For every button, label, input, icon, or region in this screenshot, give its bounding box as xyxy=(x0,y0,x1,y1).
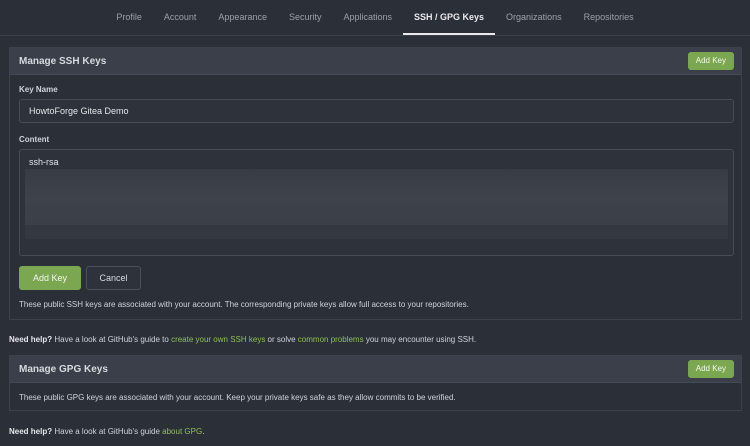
tab-ssh-gpg-keys[interactable]: SSH / GPG Keys xyxy=(403,0,496,35)
gpg-keys-header: Manage GPG Keys Add Key xyxy=(10,356,741,383)
tab-account[interactable]: Account xyxy=(153,0,208,35)
gpg-keys-panel: Manage GPG Keys Add Key These public GPG… xyxy=(9,355,742,411)
key-content-textarea[interactable]: ssh-rsa xyxy=(19,149,734,256)
tab-repositories[interactable]: Repositories xyxy=(573,0,645,35)
ssh-keys-title: Manage SSH Keys xyxy=(19,55,107,67)
content-label: Content xyxy=(19,135,50,144)
key-name-label: Key Name xyxy=(19,85,58,94)
about-gpg-link[interactable]: about GPG xyxy=(162,427,202,436)
ssh-keys-header: Manage SSH Keys Add Key xyxy=(10,48,741,75)
ssh-help-mid: or solve xyxy=(265,335,298,344)
gpg-help-text: Need help? Have a look at GitHub's guide… xyxy=(9,427,204,436)
ssh-help-text: Need help? Have a look at GitHub's guide… xyxy=(9,335,476,344)
tab-organizations[interactable]: Organizations xyxy=(495,0,573,35)
cancel-button[interactable]: Cancel xyxy=(86,266,141,290)
gpg-help-strong: Need help? xyxy=(9,427,53,436)
ssh-keys-panel: Manage SSH Keys Add Key Key Name HowtoFo… xyxy=(9,47,742,320)
settings-tab-bar: Profile Account Appearance Security Appl… xyxy=(0,0,750,36)
gpg-help-post: . xyxy=(202,427,205,436)
ssh-help-strong: Need help? xyxy=(9,335,53,344)
tab-profile[interactable]: Profile xyxy=(105,0,153,35)
gpg-help-pre: Have a look at GitHub's guide xyxy=(52,427,163,436)
gpg-keys-note: These public GPG keys are associated wit… xyxy=(19,393,456,402)
gpg-keys-title: Manage GPG Keys xyxy=(19,363,108,375)
ssh-help-pre: Have a look at GitHub's guide to xyxy=(52,335,172,344)
submit-add-key-button[interactable]: Add Key xyxy=(19,266,81,290)
ssh-keys-note: These public SSH keys are associated wit… xyxy=(19,300,469,309)
redacted-key-content xyxy=(25,169,728,239)
gpg-add-key-button[interactable]: Add Key xyxy=(687,360,734,378)
tab-appearance[interactable]: Appearance xyxy=(207,0,278,35)
key-content-text: ssh-rsa xyxy=(29,157,59,167)
ssh-help-post: you may encounter using SSH. xyxy=(363,335,477,344)
create-ssh-keys-link[interactable]: create your own SSH keys xyxy=(171,335,265,344)
tab-security[interactable]: Security xyxy=(278,0,333,35)
key-name-input[interactable]: HowtoForge Gitea Demo xyxy=(19,99,734,123)
tab-applications[interactable]: Applications xyxy=(332,0,403,35)
tabs: Profile Account Appearance Security Appl… xyxy=(105,0,644,35)
common-problems-link[interactable]: common problems xyxy=(298,335,364,344)
ssh-add-key-button[interactable]: Add Key xyxy=(687,52,734,70)
